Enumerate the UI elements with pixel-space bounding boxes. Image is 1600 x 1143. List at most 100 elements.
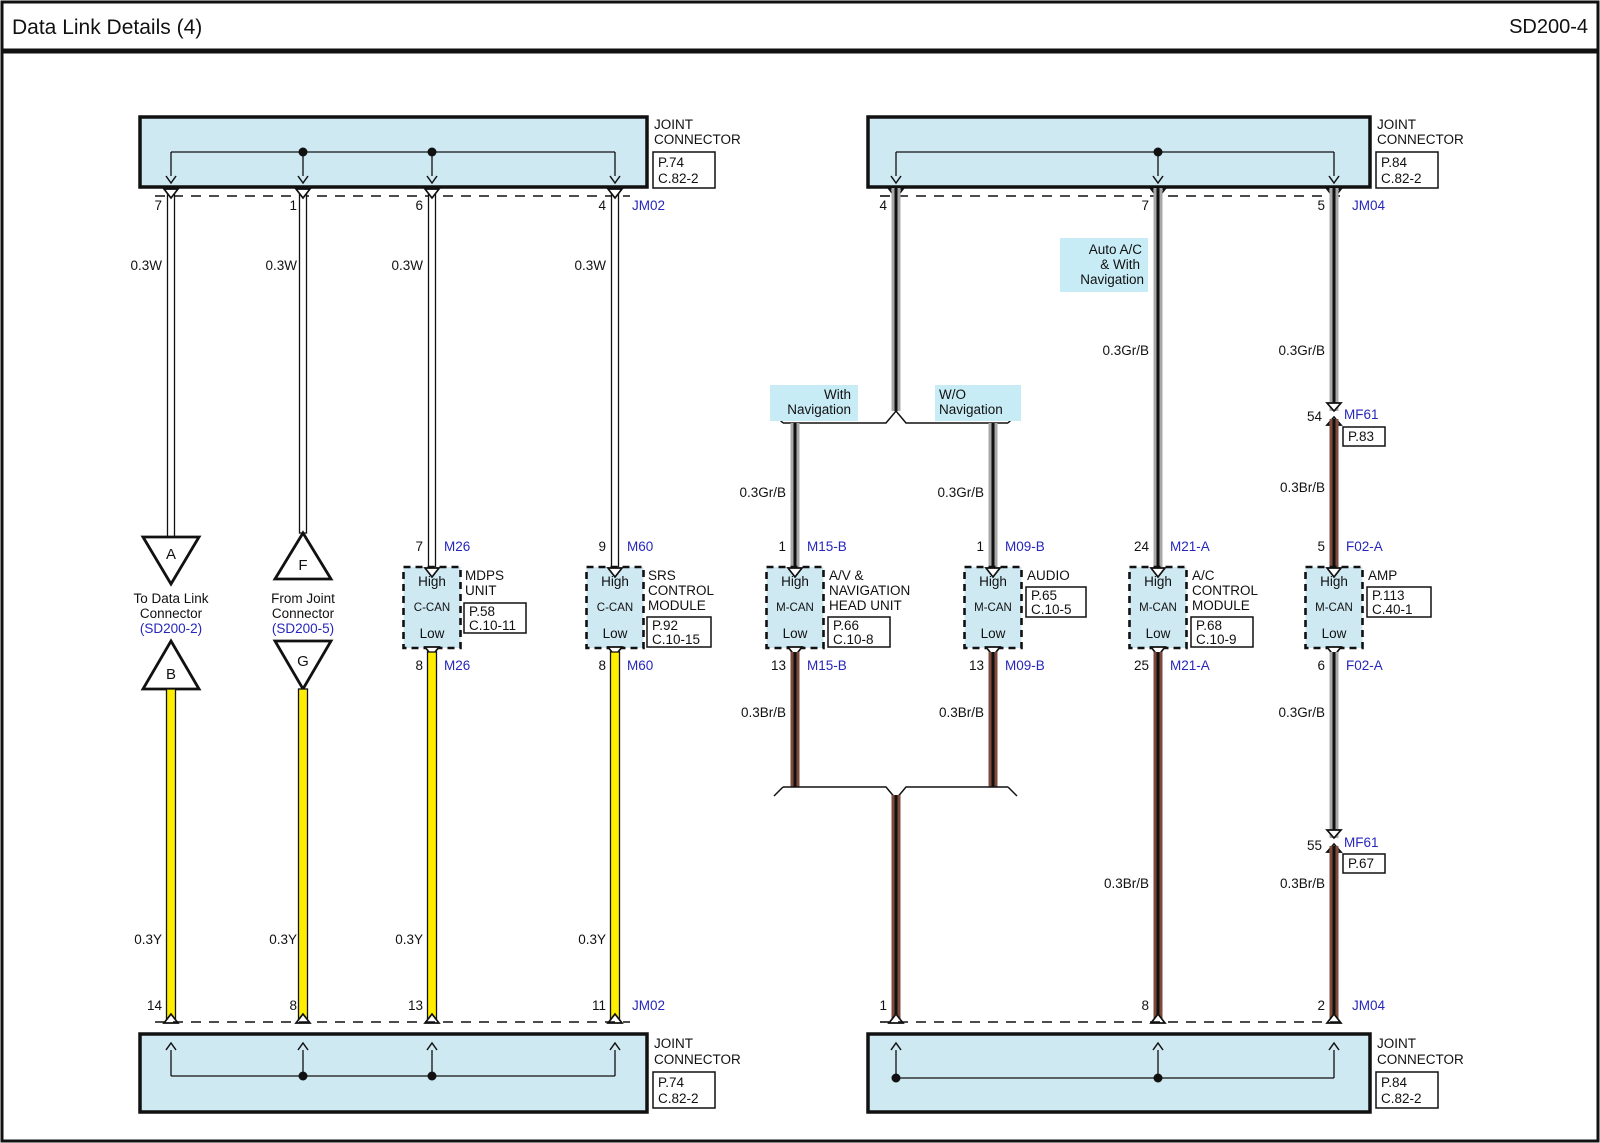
- connector-id: M60: [627, 658, 653, 673]
- jc-label: CONNECTOR: [654, 132, 741, 147]
- wire-gauge: 0.3Br/B: [1280, 876, 1325, 891]
- component-name: AMP: [1368, 568, 1397, 583]
- wire-gauge: 0.3Gr/B: [1278, 705, 1325, 720]
- jc-label: CONNECTOR: [1377, 1052, 1464, 1067]
- jc-conn-ref: C.82-2: [1381, 171, 1422, 186]
- wire-gauge: 0.3W: [574, 258, 606, 273]
- page-ref: P.65: [1031, 588, 1057, 603]
- conn-ref: C.10-9: [1196, 632, 1237, 647]
- wiring-diagram-page: Data Link Details (4) SD200-4 JOINT CONN…: [0, 0, 1600, 1143]
- can-bus-label: M-CAN: [974, 602, 1012, 614]
- page-ref: P.58: [469, 604, 495, 619]
- wire-gauge: 0.3W: [130, 258, 162, 273]
- wire-gauge: 0.3Y: [134, 932, 162, 947]
- can-bus-label: M-CAN: [1315, 602, 1353, 614]
- variant-tag-line: Navigation: [939, 402, 1003, 417]
- schematic-canvas: Data Link Details (4) SD200-4 JOINT CONN…: [0, 0, 1600, 1143]
- jc-page-ref: P.74: [658, 1075, 685, 1090]
- link-caption: Connector: [140, 606, 203, 621]
- can-low-label: Low: [603, 626, 628, 641]
- connector-id: M26: [444, 539, 470, 554]
- component-srs-control-module: 9 M60 High C-CAN Low SRS CONTROL MODULE …: [587, 539, 715, 673]
- can-low-label: Low: [1146, 626, 1171, 641]
- can-bus-label: M-CAN: [776, 602, 814, 614]
- connector-id: MF61: [1344, 835, 1379, 850]
- pin-number: 8: [598, 658, 606, 673]
- component-name: MDPS: [465, 568, 504, 583]
- connector-id: JM04: [1352, 998, 1386, 1013]
- link-caption: From Joint: [271, 591, 335, 606]
- pin-number: 54: [1307, 409, 1323, 424]
- joint-connector-right-bottom: 1 8 2 JM04 JOINT CONNECTOR P.84 C.82-2: [868, 998, 1464, 1112]
- offpage-link-f-g: F From Joint Connector (SD200-5) G: [271, 533, 335, 689]
- joint-connector-left-bottom: 14 8 13 11 JM02 JOINT CONNECTOR P.74 C.8…: [140, 998, 741, 1112]
- component-name: UNIT: [465, 583, 497, 598]
- wire-gauge: 0.3Br/B: [1280, 480, 1325, 495]
- pin-number: 13: [771, 658, 786, 673]
- can-low-label: Low: [420, 626, 445, 641]
- can-low-label: Low: [981, 626, 1006, 641]
- component-name: AUDIO: [1027, 568, 1070, 583]
- connector-id: MF61: [1344, 407, 1379, 422]
- pin-number: 5: [1317, 198, 1325, 213]
- connector-id: M21-A: [1170, 658, 1210, 673]
- jc-conn-ref: C.82-2: [658, 171, 699, 186]
- wire-gauge: 0.3Br/B: [939, 705, 984, 720]
- pin-number: 13: [408, 998, 423, 1013]
- pin-number: 2: [1317, 998, 1325, 1013]
- pin-number: 4: [879, 198, 887, 213]
- connector-id: M09-B: [1005, 658, 1045, 673]
- jc-page-ref: P.74: [658, 155, 685, 170]
- wire-gauge: 0.3Gr/B: [937, 485, 984, 500]
- pin-number: 6: [1317, 658, 1325, 673]
- can-high-label: High: [1144, 574, 1172, 589]
- connector-id: M60: [627, 539, 653, 554]
- conn-ref: C.10-11: [469, 618, 516, 633]
- jc-label: CONNECTOR: [654, 1052, 741, 1067]
- page-title: Data Link Details (4): [12, 16, 202, 39]
- link-caption: Connector: [272, 606, 335, 621]
- pin-number: 1: [289, 198, 297, 213]
- wire-gauge: 0.3Gr/B: [739, 485, 786, 500]
- component-name: CONTROL: [648, 583, 714, 598]
- pin-number: 8: [415, 658, 423, 673]
- link-page-ref: (SD200-2): [140, 621, 202, 636]
- link-letter: G: [297, 653, 309, 670]
- connector-id: JM04: [1352, 198, 1386, 213]
- page-code: SD200-4: [1509, 16, 1588, 38]
- wire-gauge: 0.3Gr/B: [1102, 343, 1149, 358]
- wires-left-yellow: 0.3Y 0.3Y 0.3Y 0.3Y: [134, 652, 622, 1023]
- component-name: A/V &: [829, 568, 864, 583]
- page-ref: P.83: [1348, 429, 1374, 444]
- connector-id: M15-B: [807, 658, 847, 673]
- page-ref: P.68: [1196, 618, 1222, 633]
- jc-label: JOINT: [1377, 117, 1416, 132]
- component-mdps-unit: 7 M26 High C-CAN Low MDPS UNIT P.58 C.10…: [404, 539, 527, 673]
- component-name: HEAD UNIT: [829, 598, 902, 613]
- pin-number: 8: [1141, 998, 1149, 1013]
- page-ref: P.67: [1348, 856, 1374, 871]
- pin-number: 1: [778, 539, 786, 554]
- can-high-label: High: [418, 574, 446, 589]
- wire-gauge: 0.3Y: [395, 932, 423, 947]
- connector-id: M09-B: [1005, 539, 1045, 554]
- connector-id: M15-B: [807, 539, 847, 554]
- wire-gauge: 0.3W: [391, 258, 423, 273]
- joint-connector-left-top: JOINT CONNECTOR P.74 C.82-2 7 1 6 4 JM02: [140, 117, 741, 213]
- jc-conn-ref: C.82-2: [658, 1091, 699, 1106]
- component-name: MODULE: [1192, 598, 1250, 613]
- connector-id: F02-A: [1346, 539, 1383, 554]
- link-letter: A: [166, 546, 176, 563]
- variant-tag-line: Navigation: [1080, 272, 1144, 287]
- wire-gauge: 0.3W: [265, 258, 297, 273]
- can-high-label: High: [781, 574, 809, 589]
- component-avn-head-unit: 1 M15-B High M-CAN Low A/V & NAVIGATION …: [767, 539, 911, 673]
- jc-label: CONNECTOR: [1377, 132, 1464, 147]
- wires-right-lower: 0.3Br/B 0.3Br/B 0.3Gr/B 0.3Br/B 0.3Br/B: [741, 652, 1339, 1022]
- link-letter: B: [166, 666, 176, 683]
- conn-ref: C.10-15: [652, 632, 700, 647]
- can-bus-label: C-CAN: [597, 602, 633, 614]
- pin-number: 25: [1134, 658, 1149, 673]
- page-ref: P.66: [833, 618, 859, 633]
- component-name: CONTROL: [1192, 583, 1258, 598]
